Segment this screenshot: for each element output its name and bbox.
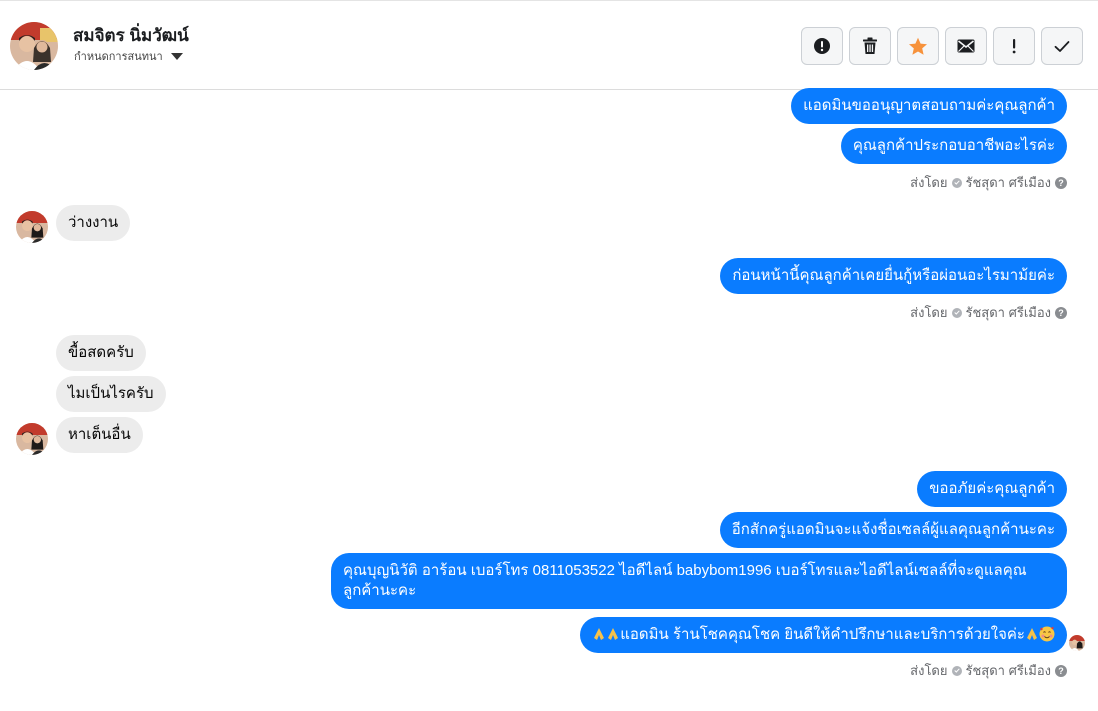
conversation-header: สมจิตร นิ่มวัฒน์ กำหนดการสนทนา <box>0 0 1098 90</box>
contact-avatar[interactable] <box>10 22 58 70</box>
outgoing-message[interactable]: คุณลูกค้าประกอบอาชีพอะไรค่ะ <box>840 128 1067 164</box>
follow-up-button[interactable] <box>993 27 1035 65</box>
star-button[interactable] <box>897 27 939 65</box>
star-icon <box>909 37 927 55</box>
outgoing-message[interactable]: ก่อนหน้านี้คุณลูกค้าเคยยื่นกู้หรือผ่อนอะ… <box>720 258 1067 294</box>
sent-by-prefix: ส่งโดย <box>910 663 948 678</box>
sent-by-prefix: ส่งโดย <box>910 175 948 190</box>
caret-down-icon <box>170 52 183 60</box>
alert-circle-icon <box>814 38 830 54</box>
sent-by-label: ส่งโดย รัชสุดา ศรีเมือง ? <box>910 172 1067 193</box>
contact-small-avatar <box>16 423 48 455</box>
envelope-icon <box>957 39 975 53</box>
help-icon[interactable]: ? <box>1055 664 1067 677</box>
verified-check-icon <box>951 307 962 318</box>
checkmark-icon <box>1054 40 1070 52</box>
report-spam-button[interactable] <box>801 27 843 65</box>
sent-by-label: ส่งโดย รัชสุดา ศรีเมือง ? <box>910 660 1067 681</box>
help-icon[interactable]: ? <box>1055 306 1067 319</box>
exclamation-icon <box>1012 39 1016 54</box>
help-icon[interactable]: ? <box>1055 176 1067 189</box>
outgoing-message-with-emoji[interactable]: แอดมิน ร้านโชคคุณโชค ยินดีให้คำปรึกษาและ… <box>580 617 1067 653</box>
smiling-hearts-emoji-icon <box>1039 626 1055 642</box>
folded-hands-emoji-icon <box>594 628 605 640</box>
contact-photo-icon <box>16 211 48 243</box>
sent-by-agent: รัชสุดา ศรีเมือง <box>965 175 1052 190</box>
incoming-message[interactable]: หาเต็นอื่น <box>56 417 143 453</box>
verified-check-icon <box>951 177 962 188</box>
mark-done-button[interactable] <box>1041 27 1083 65</box>
incoming-message[interactable]: ว่างงาน <box>56 205 131 241</box>
assign-conversation-dropdown[interactable]: กำหนดการสนทนา <box>74 47 183 65</box>
read-receipt-avatar <box>1069 635 1085 651</box>
assign-label: กำหนดการสนทนา <box>74 51 163 63</box>
outgoing-message[interactable]: อีกสักครู่แอดมินจะแจ้งชื่อเซลล์ผู้แลคุณล… <box>719 512 1067 548</box>
outgoing-message[interactable]: ขออภัยค่ะคุณลูกค้า <box>917 471 1067 507</box>
contact-photo-icon <box>16 423 48 455</box>
sent-by-agent: รัชสุดา ศรีเมือง <box>965 663 1052 678</box>
sent-by-label: ส่งโดย รัชสุดา ศรีเมือง ? <box>910 302 1067 323</box>
mark-unread-button[interactable] <box>945 27 987 65</box>
sent-by-prefix: ส่งโดย <box>910 305 948 320</box>
trash-icon <box>863 37 877 54</box>
outgoing-message[interactable]: แอดมินขออนุญาตสอบถามค่ะคุณลูกค้า <box>791 88 1067 124</box>
sent-by-agent: รัชสุดา ศรีเมือง <box>965 305 1052 320</box>
contact-name: สมจิตร นิ่มวัฒน์ <box>73 26 189 45</box>
verified-check-icon <box>951 665 962 676</box>
folded-hands-emoji-icon <box>1027 628 1037 640</box>
delete-button[interactable] <box>849 27 891 65</box>
contact-photo-icon <box>10 22 58 70</box>
message-text: แอดมิน ร้านโชคคุณโชค ยินดีให้คำปรึกษาและ… <box>620 626 1025 643</box>
incoming-message[interactable]: ขื้อสดครับ <box>56 335 146 371</box>
contact-photo-icon <box>1069 635 1085 651</box>
outgoing-message[interactable]: คุณบุญนิวัติ อาร้อน เบอร์โทร 0811053522 … <box>331 553 1067 609</box>
folded-hands-emoji-icon <box>608 628 619 640</box>
incoming-message[interactable]: ไมเป็นไรครับ <box>56 376 166 412</box>
contact-small-avatar <box>16 211 48 243</box>
